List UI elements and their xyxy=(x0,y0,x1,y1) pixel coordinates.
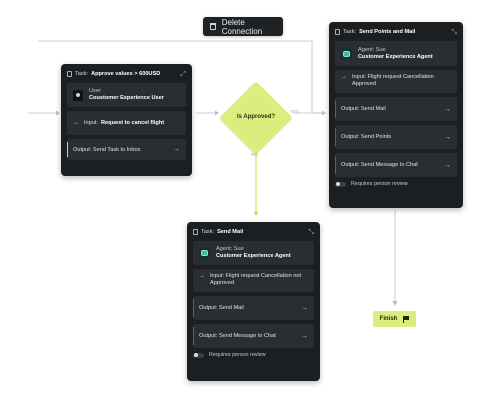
arrow-right-icon[interactable]: → xyxy=(444,134,451,141)
review-toggle-row[interactable]: Requires person review xyxy=(193,352,314,358)
output-label: Output: Send Task to Inbox xyxy=(73,146,141,153)
agent-row[interactable]: Agent: Sue Customer Experience Agent xyxy=(335,41,457,66)
no-branch-label: NO xyxy=(251,152,258,157)
task-icon xyxy=(193,229,198,235)
decision-label: Is Approved? xyxy=(236,114,276,120)
input-row[interactable]: → Input: Flight request Cancellation App… xyxy=(335,70,457,93)
arrow-right-icon: → xyxy=(199,273,205,279)
input-prefix: Input: xyxy=(84,120,98,126)
connector-incoming-arrow xyxy=(56,110,60,116)
arrow-right-icon: → xyxy=(73,120,79,126)
user-avatar xyxy=(73,89,83,101)
review-label: Requires person review xyxy=(351,181,408,187)
connector-no-dot xyxy=(254,211,258,215)
output-row[interactable]: Output: Send Points → xyxy=(335,125,457,149)
delete-connection-button[interactable]: Delete Connection xyxy=(203,17,283,36)
output-label: Output: Send Message to Chat xyxy=(341,162,418,168)
task-card-send-points[interactable]: Task: Send Points and Mail ⤡ Agent: Sue … xyxy=(329,22,463,208)
task-title: Send Points and Mail xyxy=(359,29,416,35)
finish-node[interactable]: Finish xyxy=(373,311,416,327)
agent-label: Agent: Sue xyxy=(358,46,386,53)
output-label: Output: Send Mail xyxy=(341,106,386,112)
task-card-approve[interactable]: Task: Approve values > 600USD ⤢ User Cou… xyxy=(61,64,192,176)
input-row[interactable]: → Input: Flight request Cancellation not… xyxy=(193,269,314,292)
arrow-right-icon[interactable]: → xyxy=(444,106,451,113)
output-label: Output: Send Points xyxy=(341,134,392,140)
connector-yes-arrow xyxy=(322,110,326,116)
flag-icon xyxy=(403,316,410,323)
assignee-row[interactable]: User Coustomer Experience User xyxy=(67,83,186,107)
agent-avatar xyxy=(199,247,210,259)
user-role: User xyxy=(89,88,101,94)
connector-task-to-decision-arrow xyxy=(215,110,219,116)
arrow-right-icon[interactable]: → xyxy=(301,333,308,340)
input-label: Input: Flight request Cancellation Appro… xyxy=(352,74,434,87)
task-icon xyxy=(335,29,340,35)
review-toggle[interactable] xyxy=(335,181,346,187)
output-row[interactable]: Output: Send Message to Chat → xyxy=(335,153,457,177)
arrow-right-icon: → xyxy=(341,74,347,80)
input-value: Request to cancel flight xyxy=(101,120,165,126)
arrow-right-icon[interactable]: → xyxy=(301,305,308,312)
expand-icon[interactable]: ⤢ xyxy=(180,71,186,78)
connector-to-finish-arrow xyxy=(392,301,398,306)
trash-icon xyxy=(210,23,216,30)
expand-icon[interactable]: ⤡ xyxy=(451,29,457,36)
task-title: Send Mail xyxy=(217,229,244,235)
delete-connection-label: Delete Connection xyxy=(221,17,263,36)
task-title-prefix: Task: xyxy=(75,71,89,77)
output-row[interactable]: Output: Send Task to Inbox → xyxy=(67,139,186,160)
finish-label: Finish xyxy=(379,316,398,322)
agent-label: Agent: Sue xyxy=(216,246,244,252)
review-label: Requires person review xyxy=(209,352,266,358)
output-row[interactable]: Output: Send Message to Chat → xyxy=(193,324,314,348)
task-title: Approve values > 600USD xyxy=(91,71,161,77)
arrow-right-icon[interactable]: → xyxy=(444,162,451,169)
output-label: Output: Send Mail xyxy=(199,305,244,311)
output-label: Output: Send Message to Chat xyxy=(199,333,276,339)
workflow-canvas: Delete Connection Task: Approve values >… xyxy=(0,0,490,406)
agent-name: Customer Experience Agent xyxy=(358,53,433,60)
task-title-prefix: Task: xyxy=(343,29,357,35)
agent-row[interactable]: Agent: Sue Customer Experience Agent xyxy=(193,241,314,265)
task-card-send-mail[interactable]: Task: Send Mail ⤡ Agent: Sue Customer Ex… xyxy=(187,222,320,381)
task-title-prefix: Task: xyxy=(201,229,215,235)
agent-avatar xyxy=(341,48,352,59)
task-icon xyxy=(67,71,72,77)
output-row[interactable]: Output: Send Mail → xyxy=(335,97,457,121)
user-name: Coustomer Experience User xyxy=(89,95,164,101)
output-row[interactable]: Output: Send Mail → xyxy=(193,296,314,320)
expand-icon[interactable]: ⤡ xyxy=(308,229,314,236)
agent-name: Customer Experience Agent xyxy=(216,253,291,259)
input-label: Input: Flight request Cancellation not A… xyxy=(210,273,302,286)
yes-branch-label: YES xyxy=(290,109,300,114)
input-row[interactable]: → Input: Request to cancel flight xyxy=(67,111,186,135)
review-toggle-row[interactable]: Requires person review xyxy=(335,181,457,187)
arrow-right-icon[interactable]: → xyxy=(173,146,180,153)
review-toggle[interactable] xyxy=(193,352,204,358)
